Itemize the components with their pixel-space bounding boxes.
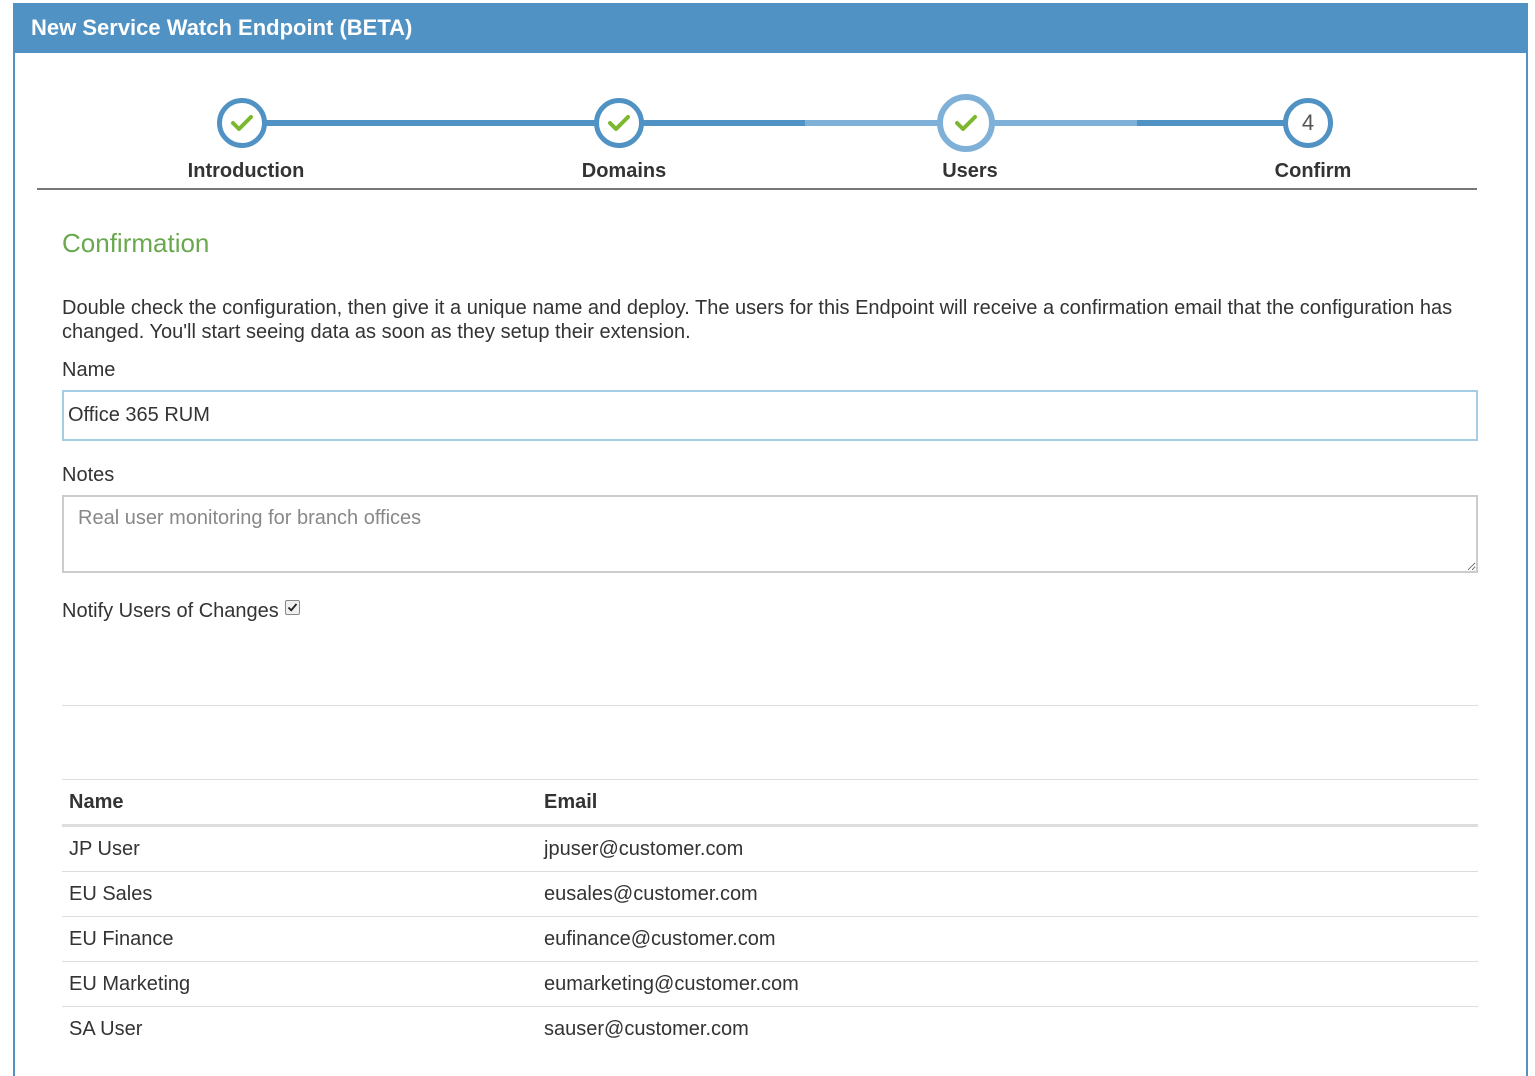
checkmark-icon	[608, 115, 630, 131]
step-number: 4	[1301, 110, 1315, 135]
table-row: SA User sauser@customer.com	[62, 1007, 1478, 1052]
user-email-cell: jpuser@customer.com	[537, 825, 1478, 872]
notify-label: Notify Users of Changes	[62, 600, 279, 622]
name-input[interactable]	[62, 390, 1478, 441]
notes-label: Notes	[62, 464, 115, 486]
step-domains-circle[interactable]	[594, 98, 644, 148]
notify-checkbox[interactable]	[284, 600, 300, 615]
table-row: JP User jpuser@customer.com	[62, 825, 1478, 872]
step-users-circle[interactable]	[937, 94, 995, 152]
wizard-stepper: Introduction Domains Users 4 Confirm	[37, 90, 1477, 190]
table-row: EU Finance eufinance@customer.com	[62, 916, 1478, 962]
step-domains-label[interactable]: Domains	[582, 160, 666, 183]
user-name-cell: EU Finance	[62, 916, 537, 962]
divider	[62, 705, 1478, 706]
progress-line-1	[247, 120, 623, 126]
table-row: EU Sales eusales@customer.com	[62, 871, 1478, 917]
user-name-cell: SA User	[69, 1017, 143, 1040]
table-header-row: Name Email	[62, 779, 1478, 827]
column-header-name[interactable]: Name	[62, 779, 537, 827]
user-email-cell: eusales@customer.com	[537, 871, 1478, 917]
step-users-label[interactable]: Users	[942, 160, 998, 183]
user-email-cell: eufinance@customer.com	[537, 916, 1478, 962]
step-confirm-label[interactable]: Confirm	[1275, 160, 1352, 183]
notes-textarea[interactable]	[62, 495, 1478, 573]
user-name-cell: EU Marketing	[62, 961, 537, 1007]
user-name-cell: JP User	[62, 825, 537, 872]
step-introduction-label[interactable]: Introduction	[188, 160, 305, 183]
step-introduction-circle[interactable]	[217, 98, 267, 148]
step-confirm-circle[interactable]: 4	[1283, 98, 1333, 148]
table-row: EU Marketing eumarketing@customer.com	[62, 961, 1478, 1007]
user-email-cell: sauser@customer.com	[544, 1017, 749, 1040]
user-name-cell: EU Sales	[62, 871, 537, 917]
progress-line-2a	[623, 120, 805, 126]
notify-row: Notify Users of Changes	[62, 600, 300, 623]
column-header-email[interactable]: Email	[537, 779, 1478, 827]
checkmark-icon	[955, 115, 977, 131]
checkbox-check-icon	[287, 603, 297, 612]
panel-title: New Service Watch Endpoint (BETA)	[15, 3, 1526, 53]
section-title: Confirmation	[62, 228, 210, 258]
users-table: Name Email JP User jpuser@customer.com E…	[62, 779, 1478, 1051]
confirmation-description: Double check the configuration, then giv…	[62, 297, 1453, 343]
user-email-cell: eumarketing@customer.com	[537, 961, 1478, 1007]
checkmark-icon	[231, 115, 253, 131]
name-label: Name	[62, 359, 116, 381]
